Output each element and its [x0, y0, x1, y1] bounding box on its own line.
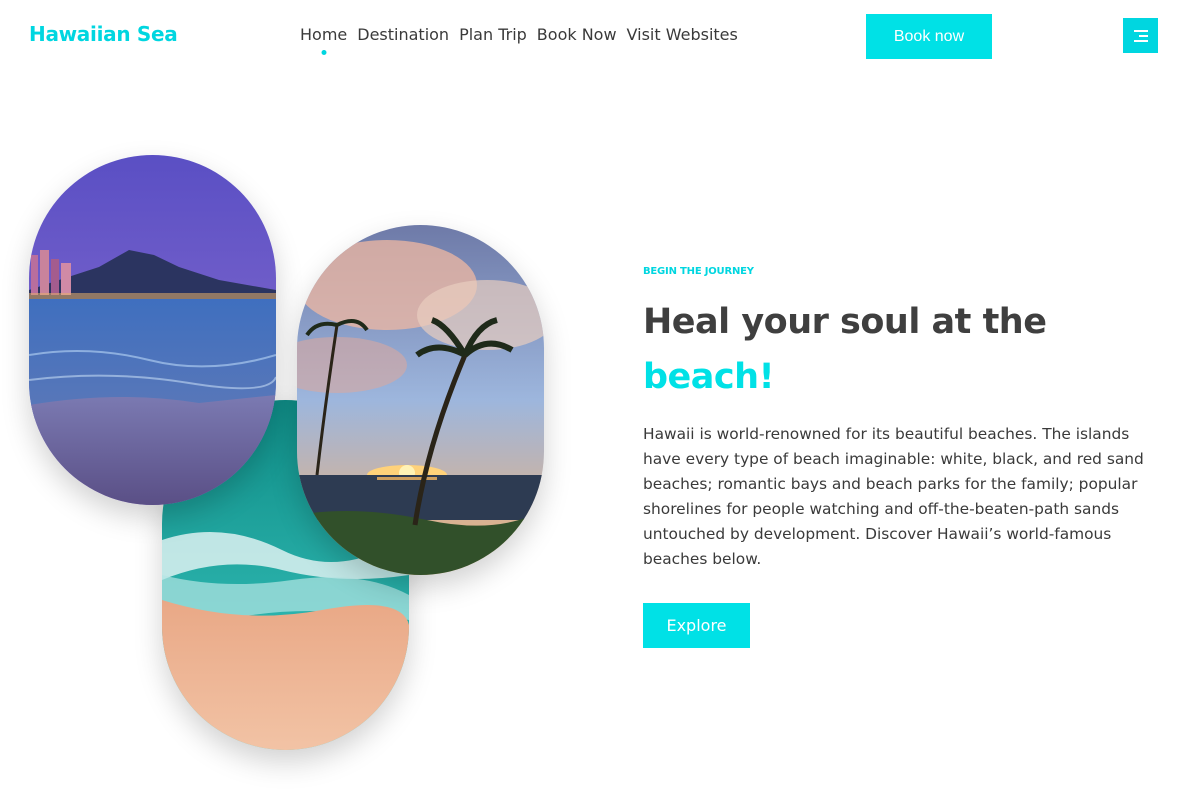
nav-item-destination[interactable]: Destination: [357, 25, 449, 44]
hero-eyebrow: BEGIN THE JOURNEY: [643, 266, 754, 277]
city-beach-dusk-image: [29, 155, 276, 505]
explore-button[interactable]: Explore: [643, 603, 750, 648]
menu-button[interactable]: [1123, 18, 1158, 53]
main-nav: Home Destination Plan Trip Book Now Visi…: [300, 25, 738, 44]
palm-sunset-image: [297, 225, 544, 575]
hamburger-menu-icon: [1133, 30, 1148, 42]
nav-item-book-now[interactable]: Book Now: [537, 25, 617, 44]
nav-item-plan-trip[interactable]: Plan Trip: [459, 25, 527, 44]
nav-item-home[interactable]: Home: [300, 25, 347, 44]
hero-headline-accent: beach!: [643, 357, 775, 397]
hero-headline-main: Heal your soul at the: [643, 302, 1047, 342]
hero-headline: Heal your soul at the beach!: [643, 295, 1163, 405]
book-now-button[interactable]: Book now: [866, 14, 992, 59]
hero-description: Hawaii is world-renowned for its beautif…: [643, 425, 1144, 568]
brand-logo[interactable]: Hawaiian Sea: [29, 22, 178, 46]
nav-item-visit-websites[interactable]: Visit Websites: [627, 25, 738, 44]
